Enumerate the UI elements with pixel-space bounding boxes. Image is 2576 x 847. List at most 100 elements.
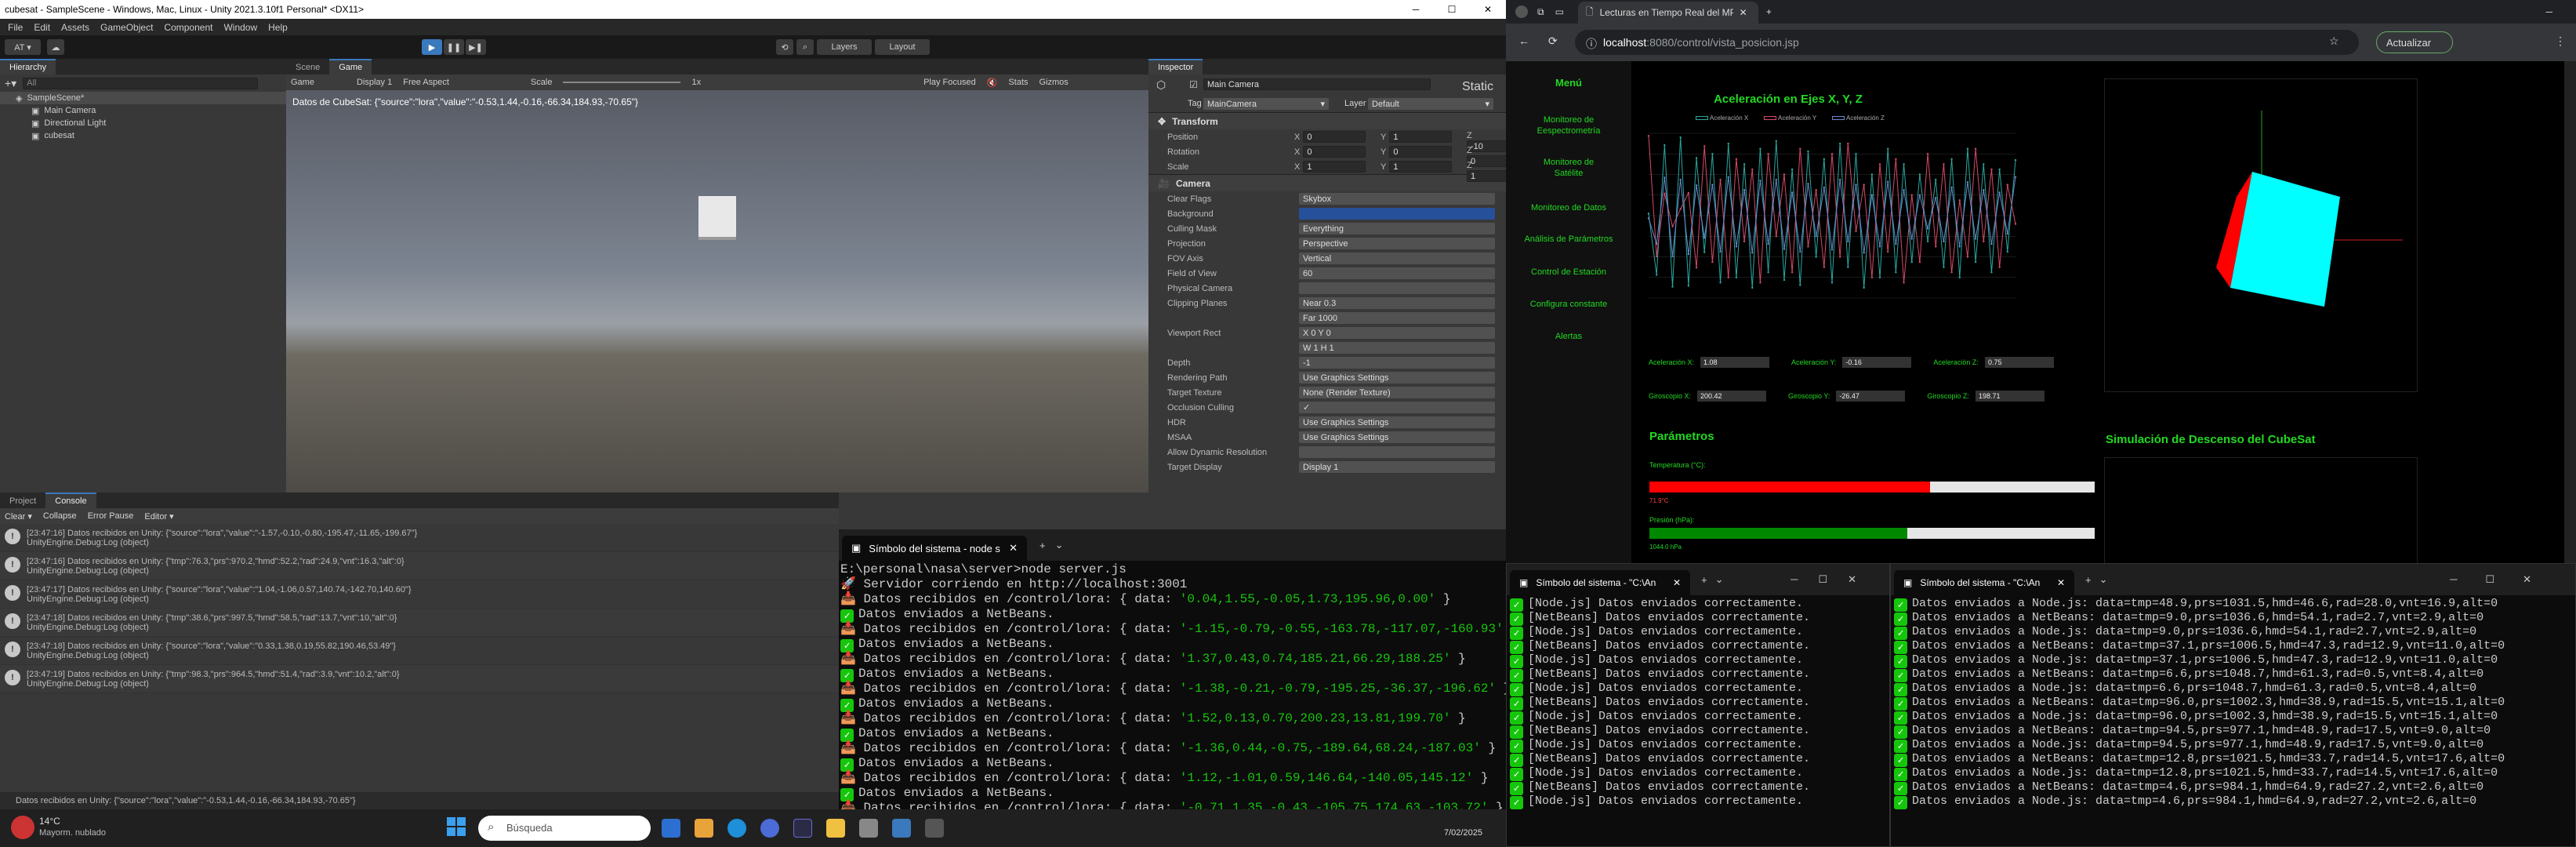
console-entry[interactable]: ! [23:47:18] Datos recibidos en Unity: {"…	[0, 637, 839, 665]
scale-slider[interactable]	[563, 82, 681, 83]
camera-row-value[interactable]: ✓	[1299, 402, 1495, 413]
axis-y-field[interactable]: Y0	[1381, 146, 1453, 158]
axis-x-field[interactable]: X0	[1294, 131, 1366, 143]
camera-header[interactable]: 🎥 Camera	[1148, 174, 1506, 191]
static-toggle[interactable]: Static	[1462, 80, 1493, 94]
play-focused-dropdown[interactable]: Play Focused	[923, 78, 976, 87]
sidebar-item-constante[interactable]: Configura constante	[1506, 299, 1631, 310]
window-controls[interactable]: ─☐✕	[2450, 573, 2560, 586]
terminal-app-icon[interactable]	[925, 819, 944, 838]
tabs-icon[interactable]: ⧉	[1537, 6, 1544, 18]
history-icon[interactable]: ⟲	[776, 39, 793, 55]
game-mode-dropdown[interactable]: Game	[291, 78, 314, 87]
back-icon[interactable]: ←	[1518, 35, 1529, 47]
close-icon[interactable]: ✕	[1470, 4, 1506, 15]
transform-header[interactable]: ✥ Transform	[1148, 112, 1506, 129]
photoshop-icon[interactable]	[793, 819, 812, 838]
collapse-button[interactable]: Collapse	[43, 511, 77, 521]
axis-x-field[interactable]: X0	[1294, 146, 1366, 158]
camera-row-value[interactable]: None (Render Texture)	[1299, 387, 1495, 398]
camera-row-value[interactable]: Use Graphics Settings	[1299, 431, 1495, 443]
scene-row[interactable]: ◈ SampleScene*	[0, 92, 286, 104]
hierarchy-item[interactable]: ▣ Directional Light	[0, 117, 286, 129]
tab-hierarchy[interactable]: Hierarchy	[0, 59, 56, 75]
new-tab-icon[interactable]: +	[1766, 6, 1772, 17]
sidebar-item-parametros[interactable]: Análisis de Parámetros	[1506, 234, 1631, 245]
account-button[interactable]: AT ▾	[5, 39, 41, 55]
start-icon[interactable]	[447, 817, 466, 836]
sidebar-item-espectrometria[interactable]: Monitoreo de Eespectrometría	[1506, 115, 1631, 136]
terminal-b-tab[interactable]: ▣ Símbolo del sistema - "C:\An ✕	[1894, 570, 2074, 595]
aspect-dropdown[interactable]: Free Aspect	[403, 78, 449, 87]
tab-scene[interactable]: Scene	[286, 60, 329, 75]
vscode-icon[interactable]	[892, 819, 911, 838]
edge-icon[interactable]	[727, 819, 746, 838]
menu-file[interactable]: File	[8, 22, 23, 33]
sidebar-item-alertas[interactable]: Alertas	[1506, 331, 1631, 342]
hierarchy-item[interactable]: ▣ cubesat	[0, 129, 286, 142]
tag-dropdown[interactable]: MainCamera ▾	[1203, 98, 1329, 110]
terminal-a-tab[interactable]: ▣ Símbolo del sistema - "C:\An ✕	[1510, 570, 1690, 595]
hierarchy-search-input[interactable]: All	[23, 77, 259, 89]
sidebar-item-satelite[interactable]: Monitoreo de Satélite	[1506, 157, 1631, 179]
camera-row-value[interactable]: 60	[1299, 267, 1495, 279]
console-entry[interactable]: ! [23:47:18] Datos recibidos en Unity: {"…	[0, 609, 839, 637]
reload-icon[interactable]: ⟳	[1548, 35, 1558, 48]
camera-row-value[interactable]: Skybox	[1299, 193, 1495, 205]
cloud-icon[interactable]: ☁	[47, 39, 64, 55]
mute-icon[interactable]: 🔇	[987, 78, 998, 88]
gizmos-button[interactable]: Gizmos	[1039, 78, 1068, 87]
new-tab-icon[interactable]: +	[2085, 574, 2092, 586]
camera-row-value[interactable]: Near 0.3	[1299, 297, 1495, 309]
camera-row-value[interactable]: Use Graphics Settings	[1299, 372, 1495, 384]
terminal-a-output[interactable]: ✓ [Node.js] Datos enviados correctamente.…	[1507, 595, 1889, 846]
axis-y-field[interactable]: Y1	[1381, 161, 1453, 173]
pause-button[interactable]: ❚❚	[444, 39, 464, 55]
stats-button[interactable]: Stats	[1008, 78, 1028, 87]
folder-icon[interactable]	[826, 819, 845, 838]
tabs-icon-2[interactable]: ▭	[1555, 6, 1564, 17]
window-controls[interactable]: ─☐✕	[1791, 573, 1877, 586]
layer-dropdown[interactable]: Default ▾	[1368, 98, 1493, 110]
camera-row-value[interactable]	[1299, 446, 1495, 458]
minimize-icon[interactable]: ─	[2545, 6, 2552, 17]
menu-window[interactable]: Window	[223, 22, 257, 33]
camera-row-value[interactable]: X 0 Y 0	[1299, 327, 1495, 339]
search-icon[interactable]: ⌕	[796, 39, 814, 55]
browser-tab[interactable]: 🗋 Lecturas en Tiempo Real del MP ✕	[1577, 2, 1758, 24]
menu-edit[interactable]: Edit	[34, 22, 50, 33]
chevron-down-icon[interactable]: ⌄	[1715, 573, 1724, 586]
editor-dropdown[interactable]: Editor ▾	[144, 511, 173, 522]
terminal-node-tab[interactable]: ▣ Símbolo del sistema - node s ✕	[842, 536, 1027, 561]
camera-row-value[interactable]: Everything	[1299, 223, 1495, 234]
axis-x-field[interactable]: X1	[1294, 161, 1366, 173]
update-button[interactable]: Actualizar	[2376, 31, 2453, 53]
chevron-down-icon[interactable]: ⌄	[2099, 573, 2108, 586]
layout-dropdown[interactable]: Layout	[875, 39, 930, 55]
camera-row-value[interactable]: W 1 H 1	[1299, 342, 1495, 354]
camera-row-value[interactable]: Display 1	[1299, 461, 1495, 473]
maximize-icon[interactable]: ☐	[1434, 4, 1470, 15]
menu-help[interactable]: Help	[268, 22, 288, 33]
layers-dropdown[interactable]: Layers	[817, 39, 872, 55]
menu-gameobject[interactable]: GameObject	[100, 22, 153, 33]
new-tab-icon[interactable]: +	[1039, 540, 1046, 551]
clear-button[interactable]: Clear ▾	[5, 511, 32, 522]
chevron-down-icon[interactable]: ⌄	[1055, 539, 1064, 551]
axis-z-field[interactable]: Z1	[1467, 161, 1506, 182]
app-icon[interactable]	[695, 819, 713, 838]
tab-game[interactable]: Game	[329, 59, 372, 75]
camera-row-value[interactable]	[1299, 208, 1495, 220]
url-input[interactable]: ⓘ localhost:8080/control/vista_posicion.…	[1575, 30, 2359, 55]
game-viewport[interactable]: Datos de CubeSat: {"source":"lora","valu…	[286, 90, 1148, 493]
hierarchy-item[interactable]: ▣ Main Camera	[0, 104, 286, 117]
active-checkbox[interactable]: ☑	[1189, 79, 1198, 90]
close-icon[interactable]: ✕	[1740, 7, 1747, 18]
tab-inspector[interactable]: Inspector	[1148, 59, 1203, 75]
camera-row-value[interactable]: Use Graphics Settings	[1299, 416, 1495, 428]
star-icon[interactable]: ☆	[2329, 35, 2339, 48]
step-button[interactable]: ▶❚	[466, 39, 486, 55]
camera-row-value[interactable]: Far 1000	[1299, 312, 1495, 324]
camera-row-value[interactable]: Perspective	[1299, 238, 1495, 249]
app-icon[interactable]	[662, 819, 680, 838]
